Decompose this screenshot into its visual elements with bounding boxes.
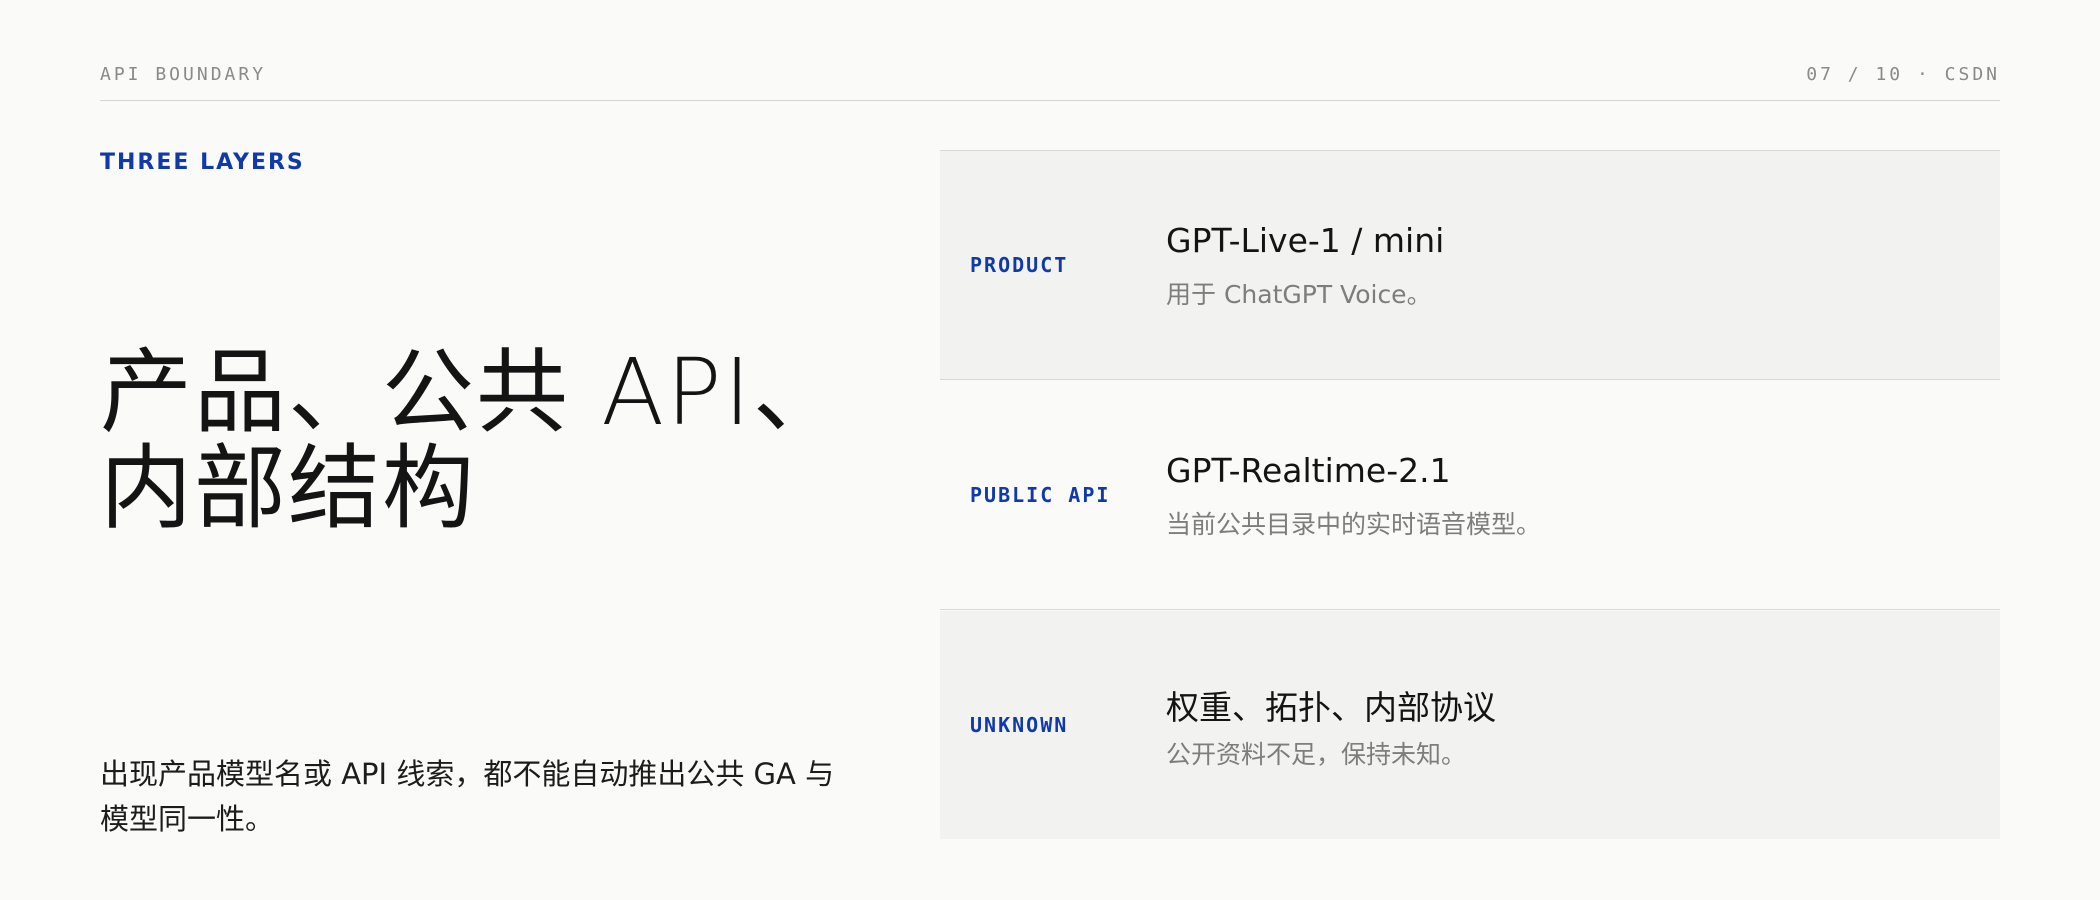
layer-tag: PUBLIC API	[970, 483, 1111, 507]
kicker-label: THREE LAYERS	[100, 150, 305, 175]
page-indicator: 07 / 10 · CSDN	[1806, 64, 2000, 85]
page-title: 产品、公共 API、 内部结构	[100, 345, 860, 537]
layer-row-public-api: PUBLIC API GPT-Realtime-2.1 当前公共目录中的实时语音…	[940, 381, 2000, 610]
layer-tag: PRODUCT	[970, 253, 1069, 277]
layers-table: PRODUCT GPT-Live-1 / mini 用于 ChatGPT Voi…	[940, 150, 2000, 841]
title-line-2: 内部结构	[100, 435, 477, 542]
layer-name: GPT-Realtime-2.1	[1166, 451, 1451, 490]
layer-name: GPT-Live-1 / mini	[1166, 221, 1445, 260]
layer-row-product: PRODUCT GPT-Live-1 / mini 用于 ChatGPT Voi…	[940, 151, 2000, 380]
layer-description: 当前公共目录中的实时语音模型。	[1166, 510, 1542, 539]
summary-text: 出现产品模型名或 API 线索，都不能自动推出公共 GA 与模型同一性。	[100, 757, 835, 836]
layer-row-unknown: UNKNOWN 权重、拓扑、内部协议 公开资料不足，保持未知。	[940, 611, 2000, 839]
layer-description: 用于 ChatGPT Voice。	[1166, 280, 1432, 309]
title-line-1: 产品、公共 API、	[100, 339, 847, 446]
top-bar: API BOUNDARY 07 / 10 · CSDN	[100, 62, 2000, 101]
layer-tag: UNKNOWN	[970, 713, 1069, 737]
section-label: API BOUNDARY	[100, 64, 267, 85]
layer-name: 权重、拓扑、内部协议	[1166, 688, 1496, 727]
layer-description: 公开资料不足，保持未知。	[1166, 740, 1467, 769]
